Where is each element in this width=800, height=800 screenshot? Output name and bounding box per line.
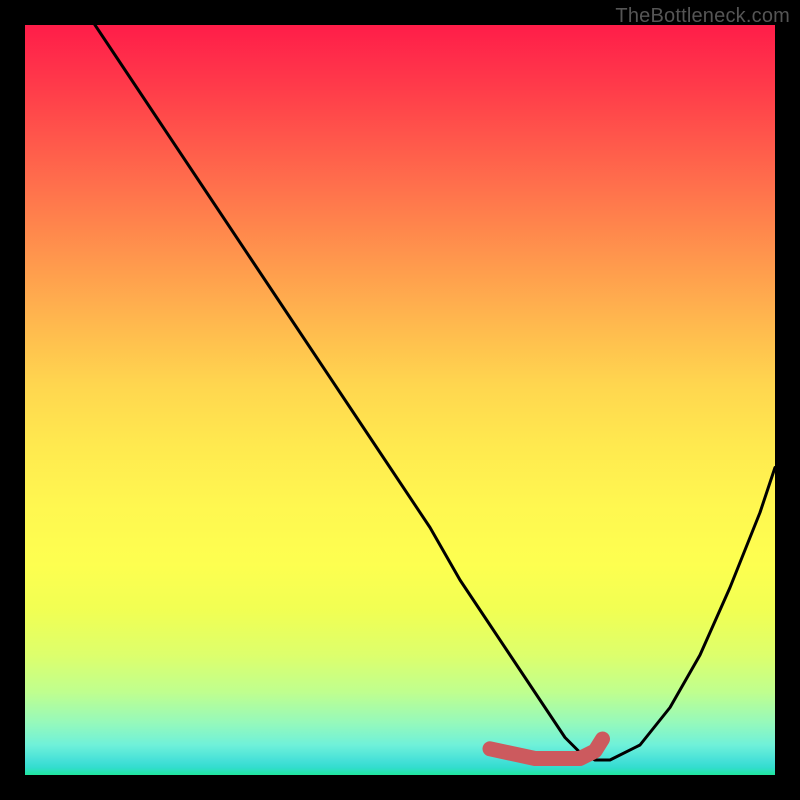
curve-layer xyxy=(25,25,775,775)
plot-area xyxy=(25,25,775,775)
optimal-range-marker xyxy=(490,739,603,759)
chart-canvas: TheBottleneck.com xyxy=(0,0,800,800)
bottleneck-curve xyxy=(85,25,775,760)
watermark-text: TheBottleneck.com xyxy=(615,5,790,28)
